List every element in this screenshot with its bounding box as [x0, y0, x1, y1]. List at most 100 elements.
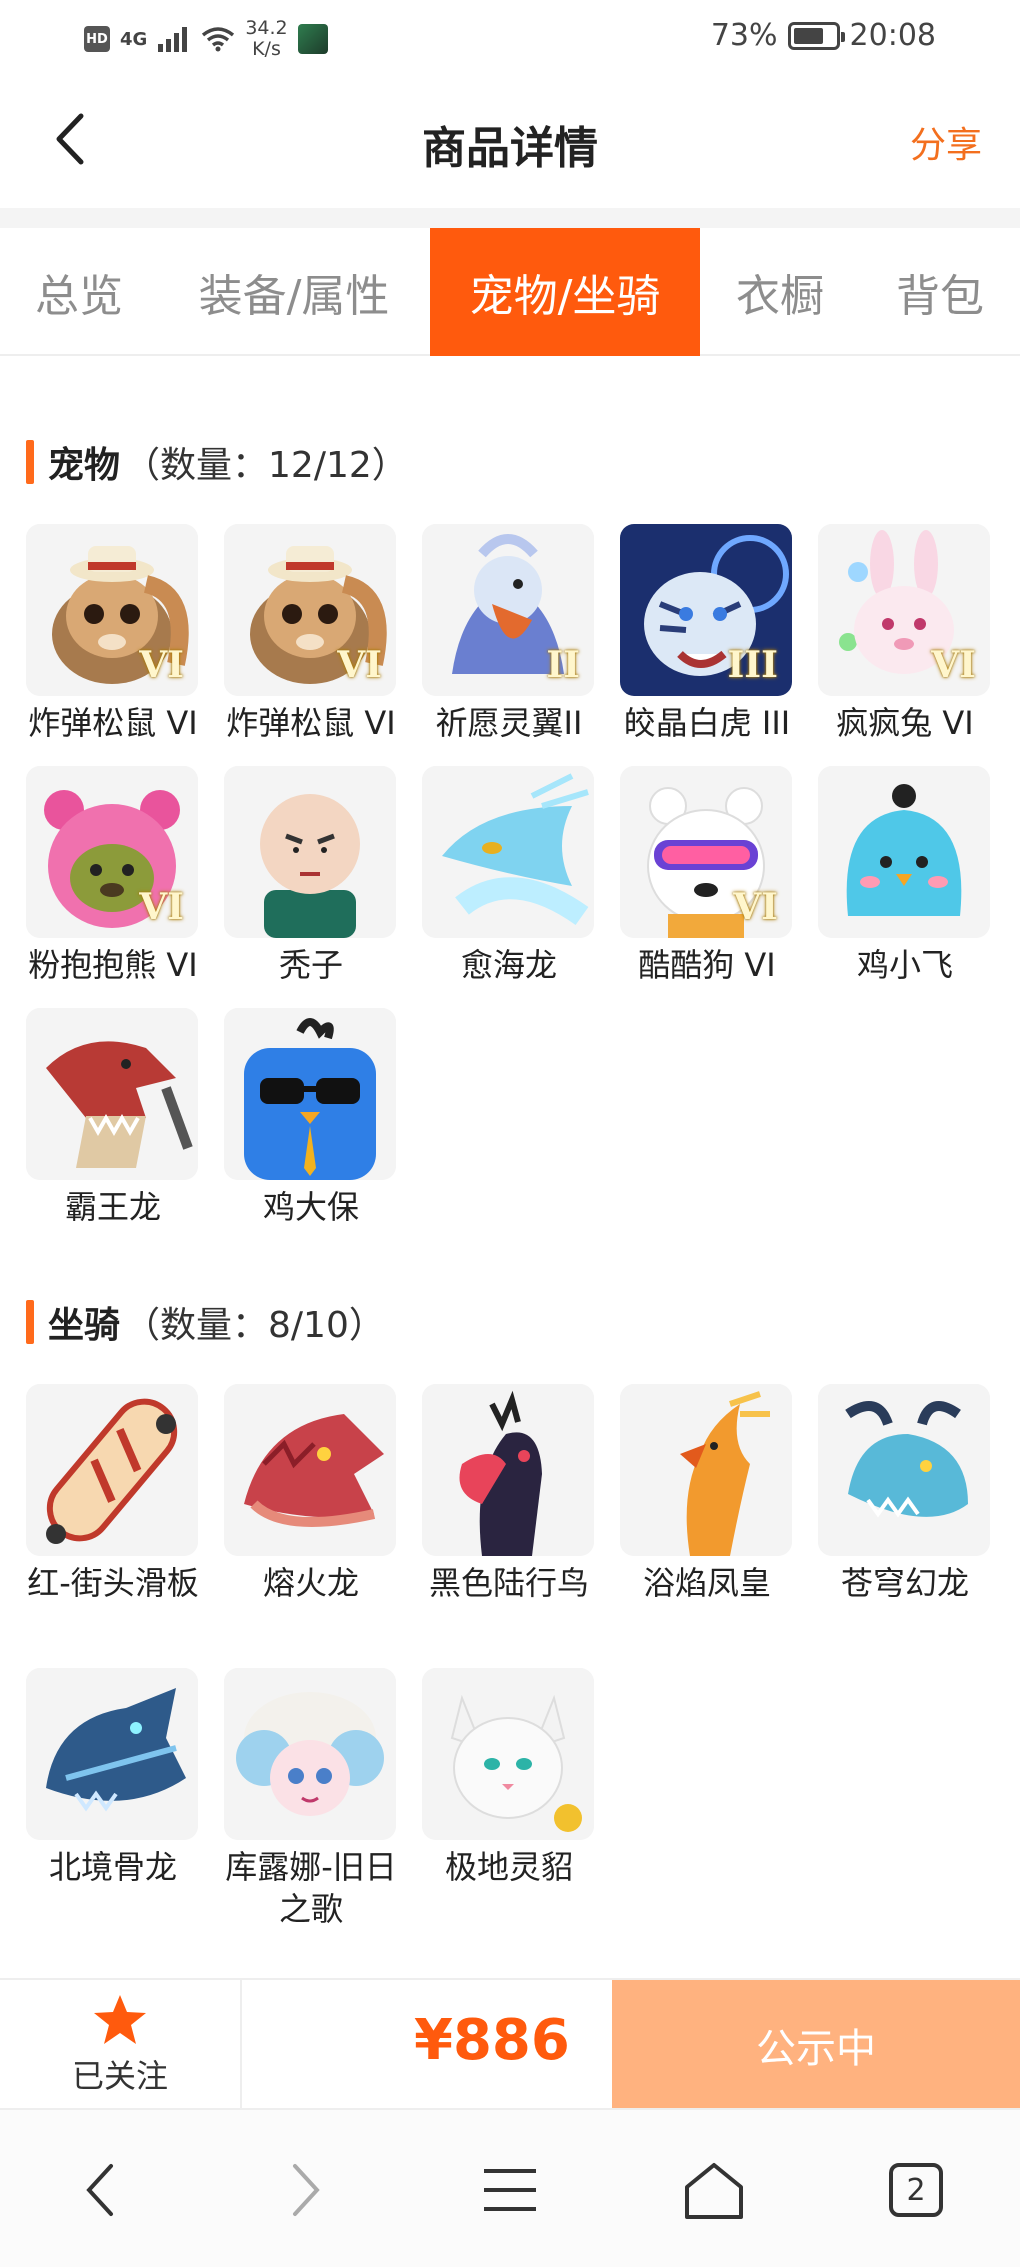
nav-forward-button[interactable]: [266, 2150, 346, 2230]
status-left: HD 4G 34.2 K/s: [84, 18, 328, 60]
bone-dragon-icon: [26, 1668, 198, 1840]
pet-item[interactable]: 愈海龙: [422, 766, 596, 986]
battery-percent: 73%: [710, 18, 778, 53]
speed-unit: K/s: [252, 38, 281, 60]
grade-badge: II: [546, 644, 580, 686]
pet-item[interactable]: VI 炸弹松鼠 VI: [224, 524, 398, 744]
share-button[interactable]: 分享: [910, 116, 982, 168]
page-title: 商品详情: [422, 123, 598, 174]
grade-badge: VI: [337, 644, 382, 686]
hd-icon: HD: [84, 26, 110, 52]
pet-name: 粉抱抱熊 VI: [28, 946, 198, 984]
blue-chick-sunglasses-icon: [224, 1008, 396, 1180]
grade-badge: VI: [931, 644, 976, 686]
tab-backpack[interactable]: 背包: [860, 228, 1020, 356]
mount-item[interactable]: 北境骨龙: [26, 1668, 200, 1888]
mount-item[interactable]: 库露娜-旧日之歌: [224, 1668, 398, 1930]
mount-name: 黑色陆行鸟: [428, 1564, 589, 1602]
crazy-rabbit-icon: VI: [818, 524, 990, 696]
pet-name: 愈海龙: [460, 946, 557, 984]
sky-dragon-icon: [818, 1384, 990, 1556]
mount-name: 红-街头滑板: [27, 1564, 199, 1602]
tab-wardrobe[interactable]: 衣橱: [700, 228, 860, 356]
star-icon: [94, 1995, 146, 2044]
polar-ferret-icon: [422, 1668, 594, 1840]
pet-item[interactable]: 秃子: [224, 766, 398, 986]
pet-item[interactable]: VI 酷酷狗 VI: [620, 766, 794, 986]
grade-badge: VI: [139, 886, 184, 928]
kuluna-icon: [224, 1668, 396, 1840]
public-notice-button[interactable]: 公示中: [612, 1980, 1020, 2110]
pet-name: 霸王龙: [64, 1188, 161, 1226]
pet-item[interactable]: VI 疯疯兔 VI: [818, 524, 992, 744]
mount-item[interactable]: 红-街头滑板: [26, 1384, 200, 1604]
back-button[interactable]: [40, 104, 100, 174]
section-marker: [26, 440, 34, 484]
section-count: （数量：12/12）: [124, 445, 408, 486]
bomb-squirrel-icon: VI: [224, 524, 396, 696]
skateboard-icon: [26, 1384, 198, 1556]
tab-overview[interactable]: 总览: [0, 228, 158, 356]
clock: 20:08: [849, 18, 936, 53]
mount-item[interactable]: 苍穹幻龙: [818, 1384, 992, 1604]
wifi-icon: [202, 27, 235, 52]
pet-item[interactable]: VI 粉抱抱熊 VI: [26, 766, 200, 986]
pet-name: 炸弹松鼠 VI: [28, 704, 198, 742]
tab-bar: 总览 装备/属性 宠物/坐骑 衣橱 背包: [0, 228, 1020, 356]
pet-item[interactable]: 鸡大保: [224, 1008, 398, 1228]
chevron-left-icon: [86, 2164, 113, 2216]
mount-name: 熔火龙: [262, 1564, 359, 1602]
pet-name: 炸弹松鼠 VI: [226, 704, 396, 742]
sea-dragon-icon: [422, 766, 594, 938]
section-name: 宠物: [48, 445, 121, 486]
bald-kid-icon: [224, 766, 396, 938]
battery-icon: [787, 21, 845, 50]
pet-name: 酷酷狗 VI: [638, 946, 776, 984]
pet-item[interactable]: VI 炸弹松鼠 VI: [26, 524, 200, 744]
pet-item[interactable]: II 祈愿灵翼II: [422, 524, 596, 744]
grade-badge: III: [727, 644, 778, 686]
home-icon: [685, 2163, 743, 2219]
mount-item[interactable]: 极地灵貂: [422, 1668, 596, 1888]
browser-nav-bar: 2: [0, 2108, 1020, 2267]
price: ¥886: [414, 2008, 570, 2073]
lava-dragon-icon: [224, 1384, 396, 1556]
mount-name: 浴焰凤皇: [642, 1564, 771, 1602]
follow-button[interactable]: 已关注: [0, 1980, 242, 2110]
pet-name: 疯疯兔 VI: [836, 704, 974, 742]
mount-item[interactable]: 浴焰凤皇: [620, 1384, 794, 1604]
header: 商品详情 分享: [0, 74, 1020, 208]
crystal-white-tiger-icon: III: [620, 524, 792, 696]
mount-name: 库露娜-旧日之歌: [225, 1848, 397, 1928]
nav-menu-button[interactable]: [470, 2150, 550, 2230]
grade-badge: VI: [139, 644, 184, 686]
nav-home-button[interactable]: [674, 2150, 754, 2230]
pet-item[interactable]: 霸王龙: [26, 1008, 200, 1228]
status-bar: HD 4G 34.2 K/s 73% 20:08: [0, 0, 1020, 74]
pet-name: 鸡大保: [262, 1188, 359, 1226]
mount-name: 苍穹幻龙: [840, 1564, 969, 1602]
pet-item[interactable]: III 皎晶白虎 III: [620, 524, 794, 744]
pet-name: 祈愿灵翼II: [435, 704, 583, 742]
network-speed: 34.2 K/s: [245, 18, 287, 60]
t-rex-icon: [26, 1008, 198, 1180]
follow-label: 已关注: [71, 2057, 168, 2095]
chevron-left-icon: [56, 113, 84, 165]
nav-tabs-button[interactable]: 2: [876, 2150, 956, 2230]
tab-pets-mounts[interactable]: 宠物/坐骑: [430, 228, 700, 356]
mount-name: 极地灵貂: [444, 1848, 573, 1886]
little-chick-icon: [818, 766, 990, 938]
black-chocobo-icon: [422, 1384, 594, 1556]
pet-name: 皎晶白虎 III: [623, 704, 791, 742]
mount-item[interactable]: 熔火龙: [224, 1384, 398, 1604]
status-right: 73% 20:08: [711, 18, 936, 53]
section-marker: [26, 1300, 34, 1344]
bomb-squirrel-icon: VI: [26, 524, 198, 696]
mount-item[interactable]: 黑色陆行鸟: [422, 1384, 596, 1604]
nav-back-button[interactable]: [60, 2150, 140, 2230]
pink-hug-bear-icon: VI: [26, 766, 198, 938]
pet-item[interactable]: 鸡小飞: [818, 766, 992, 986]
tab-equipment[interactable]: 装备/属性: [158, 228, 430, 356]
signal-icon: [158, 27, 188, 52]
mounts-section-title: 坐骑 （数量：8/10）: [26, 1296, 385, 1348]
